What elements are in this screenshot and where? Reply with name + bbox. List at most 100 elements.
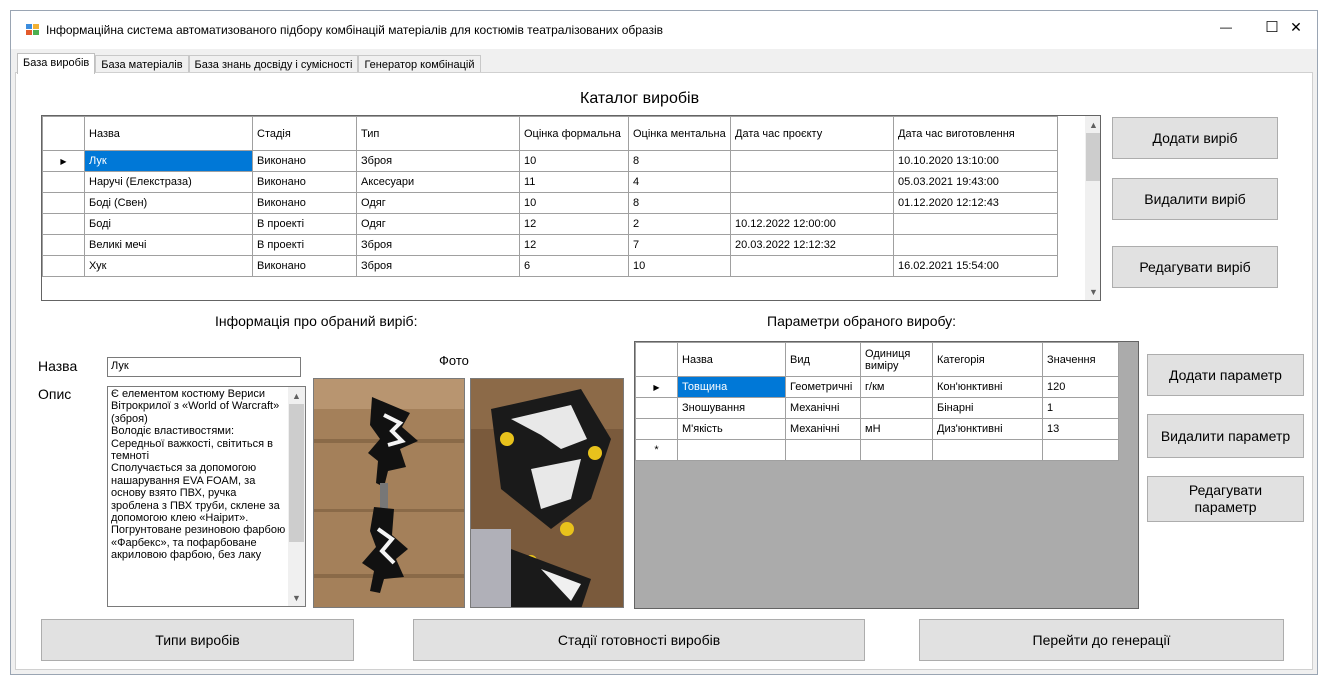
table-cell[interactable]: Диз'юнктивні [932,418,1043,440]
table-cell[interactable]: Зношування [677,397,786,419]
scroll-down-icon[interactable]: ▼ [288,589,305,606]
table-cell[interactable]: 12 [519,213,629,235]
col-header-made-date[interactable]: Дата час виготовлення [893,116,1058,151]
table-cell[interactable]: 16.02.2021 15:54:00 [893,255,1058,277]
param-col-header-category[interactable]: Категорія [932,342,1043,377]
tab-generator[interactable]: Генератор комбінацій [358,55,481,73]
table-row[interactable]: ▶ Товщина Геометричні г/км Кон'юнктивні 120 [635,376,1119,398]
param-col-header-value[interactable]: Значення [1042,342,1119,377]
tab-materials[interactable]: База матеріалів [95,55,189,73]
table-cell[interactable]: 2 [628,213,731,235]
scroll-up-icon[interactable]: ▲ [1085,116,1100,133]
param-col-header-kind[interactable]: Вид [785,342,861,377]
table-cell[interactable]: Хук [84,255,253,277]
table-cell[interactable]: 10.12.2022 12:00:00 [730,213,894,235]
table-cell[interactable]: Виконано [252,192,357,214]
table-row[interactable]: Зношування Механічні Бінарні 1 [635,397,1119,419]
table-cell[interactable]: В проекті [252,213,357,235]
param-col-header-name[interactable]: Назва [677,342,786,377]
description-field[interactable]: Є елементом костюму Вериси Вітрокрилої з… [107,386,306,607]
edit-product-button[interactable]: Редагувати виріб [1112,246,1278,288]
table-cell[interactable]: Зброя [356,255,520,277]
table-cell[interactable]: 10 [628,255,731,277]
table-cell[interactable]: Аксесуари [356,171,520,193]
row-header[interactable] [635,418,678,440]
table-cell[interactable]: 1 [1042,397,1119,419]
table-cell[interactable]: Виконано [252,171,357,193]
table-cell[interactable]: Кон'юнктивні [932,376,1043,398]
description-scrollbar[interactable]: ▲ ▼ [288,387,305,606]
table-cell[interactable]: Виконано [252,150,357,172]
scroll-up-icon[interactable]: ▲ [288,387,305,404]
row-header[interactable] [42,255,85,277]
table-cell[interactable]: 10 [519,192,629,214]
row-header[interactable] [42,171,85,193]
catalog-grid[interactable]: Назва Стадія Тип Оцінка формальна Оцінка… [41,115,1101,301]
add-parameter-button[interactable]: Додати параметр [1147,354,1304,396]
table-cell[interactable]: мН [860,418,933,440]
table-row[interactable]: Хук Виконано Зброя 6 10 16.02.2021 15:54:00 [42,255,1058,277]
table-cell[interactable] [730,171,894,193]
table-cell[interactable]: Одяг [356,192,520,214]
table-cell[interactable]: 01.12.2020 12:12:43 [893,192,1058,214]
table-cell[interactable]: М'якість [677,418,786,440]
tab-products[interactable]: База виробів [17,53,96,74]
table-cell[interactable]: 8 [628,192,731,214]
scroll-down-icon[interactable]: ▼ [1085,283,1100,300]
params-grid[interactable]: Назва Вид Одиниця виміру Категорія Значе… [634,341,1139,609]
row-header[interactable] [42,213,85,235]
table-row[interactable]: М'якість Механічні мН Диз'юнктивні 13 [635,418,1119,440]
table-cell[interactable]: Боді (Свен) [84,192,253,214]
delete-parameter-button[interactable]: Видалити параметр [1147,414,1304,458]
scroll-thumb[interactable] [289,404,304,542]
table-cell[interactable]: 4 [628,171,731,193]
readiness-stages-button[interactable]: Стадії готовності виробів [413,619,865,661]
table-cell[interactable]: 20.03.2022 12:12:32 [730,234,894,256]
table-cell[interactable]: 120 [1042,376,1119,398]
table-cell[interactable]: 10.10.2020 13:10:00 [893,150,1058,172]
close-button[interactable]: ✕ [1273,11,1319,43]
table-cell[interactable]: 6 [519,255,629,277]
table-cell[interactable]: Зброя [356,150,520,172]
table-row[interactable]: Великі мечі В проекті Зброя 12 7 20.03.2022 1… [42,234,1058,256]
table-cell[interactable]: 11 [519,171,629,193]
row-header[interactable]: ▶ [42,150,85,172]
table-cell[interactable]: Механічні [785,397,861,419]
table-cell[interactable]: Механічні [785,418,861,440]
table-cell[interactable]: 8 [628,150,731,172]
table-cell[interactable]: 7 [628,234,731,256]
table-cell[interactable]: Лук [84,150,253,172]
minimize-button[interactable]: — [1203,11,1249,43]
table-cell[interactable]: Великі мечі [84,234,253,256]
table-row[interactable]: Боді (Свен) Виконано Одяг 10 8 01.12.2020 12:… [42,192,1058,214]
table-cell[interactable]: 10 [519,150,629,172]
table-cell[interactable]: 05.03.2021 19:43:00 [893,171,1058,193]
table-cell[interactable]: 12 [519,234,629,256]
table-cell[interactable] [893,213,1058,235]
edit-parameter-button[interactable]: Редагувати параметр [1147,476,1304,522]
table-cell[interactable]: Геометричні [785,376,861,398]
col-header-name[interactable]: Назва [84,116,253,151]
row-header[interactable] [42,192,85,214]
table-cell[interactable] [1042,439,1119,461]
table-cell[interactable]: Виконано [252,255,357,277]
table-cell[interactable]: Одяг [356,213,520,235]
table-cell[interactable] [860,397,933,419]
table-cell[interactable]: Бінарні [932,397,1043,419]
table-cell[interactable] [785,439,861,461]
table-cell[interactable]: В проекті [252,234,357,256]
table-cell[interactable]: Боді [84,213,253,235]
new-row[interactable]: * [635,439,1119,461]
table-row[interactable]: Наручі (Елекстраза) Виконано Аксесуари 11 4 0… [42,171,1058,193]
table-cell[interactable] [730,255,894,277]
table-cell[interactable]: г/км [860,376,933,398]
row-header[interactable]: ▶ [635,376,678,398]
catalog-scrollbar[interactable]: ▲ ▼ [1085,116,1100,300]
table-cell[interactable] [730,150,894,172]
col-header-mental-score[interactable]: Оцінка ментальна [628,116,731,151]
add-product-button[interactable]: Додати виріб [1112,117,1278,159]
row-header[interactable] [635,397,678,419]
table-cell[interactable] [730,192,894,214]
table-cell[interactable] [860,439,933,461]
table-cell[interactable] [677,439,786,461]
